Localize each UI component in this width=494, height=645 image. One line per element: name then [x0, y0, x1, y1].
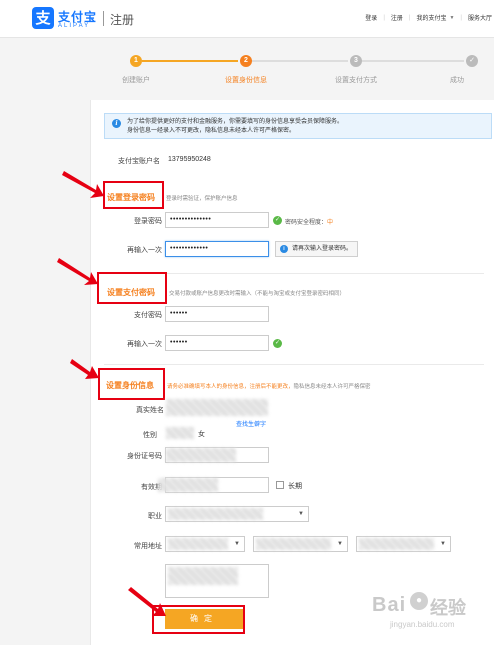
- rare-char-link[interactable]: 查找生僻字: [236, 419, 266, 428]
- step-2-label: 设置身份信息: [225, 77, 267, 84]
- page-title: 注册: [110, 13, 135, 27]
- account-label: 支付宝账户名: [118, 158, 160, 165]
- chevron-down-icon[interactable]: ▼: [449, 15, 454, 21]
- gender-female-option[interactable]: 女: [198, 429, 205, 439]
- login-password-input[interactable]: ••••••••••••••: [165, 212, 269, 228]
- id-expiry-label: 有效期: [141, 484, 162, 491]
- nav-separator: |: [460, 14, 462, 21]
- step-connector: [252, 60, 348, 62]
- blurred-gender-option[interactable]: [166, 427, 194, 439]
- blurred-real-name-input[interactable]: [166, 399, 268, 416]
- nav-login-link[interactable]: 登录: [365, 13, 377, 22]
- top-nav: 登录 | 注册 | 我的支付宝 ▼ | 服务大厅: [365, 13, 492, 23]
- pay-password-input[interactable]: ••••••: [165, 306, 269, 322]
- watermark-text-a: Bai: [372, 594, 407, 616]
- gender-label: 性别: [143, 432, 157, 439]
- paw-icon: ●: [410, 592, 428, 610]
- chevron-down-icon: ▼: [298, 511, 304, 517]
- chevron-down-icon: ▼: [440, 541, 446, 547]
- blurred-district: [359, 538, 434, 550]
- notice-line-2: 身份信息一经录入不可更改，隐私信息未经本人许可严格保密。: [127, 128, 296, 134]
- login-password-tip: i 请再次输入登录密码。: [275, 241, 359, 257]
- info-notice: i 为了给你提供更好的支付和金融服务，你需要填写的身份信息享受会员保障服务。 身…: [104, 113, 492, 139]
- blurred-id-number: [166, 448, 236, 462]
- identity-desc-b: 注册后不能更改，: [249, 384, 294, 390]
- long-term-checkbox[interactable]: [276, 481, 284, 489]
- info-icon: i: [280, 245, 288, 253]
- pay-password-confirm-label: 再输入一次: [127, 341, 162, 348]
- submit-button[interactable]: 确定: [165, 609, 243, 629]
- step-connector: [142, 60, 238, 62]
- blurred-occupation: [168, 508, 263, 520]
- section-title-login-password: 设置登录密码: [107, 193, 155, 202]
- occupation-label: 职业: [148, 513, 162, 520]
- watermark-url: jingyan.baidu.com: [390, 620, 455, 629]
- step-1-dot: 1: [130, 55, 142, 67]
- strength-label: 密码安全程度：: [285, 220, 328, 226]
- nav-separator: |: [383, 14, 385, 21]
- step-2-dot: 2: [240, 55, 252, 67]
- login-password-label: 登录密码: [134, 218, 162, 225]
- chevron-down-icon: ▼: [337, 541, 343, 547]
- nav-my-alipay-link[interactable]: 我的支付宝: [416, 13, 446, 22]
- header-divider: [103, 11, 104, 26]
- blurred-city: [256, 538, 331, 550]
- section-title-identity: 设置身份信息: [106, 381, 154, 390]
- step-3-dot: 3: [350, 55, 362, 67]
- top-header: 支 支付宝 ALIPAY 注册 登录 | 注册 | 我的支付宝 ▼ | 服务大厅: [0, 0, 494, 38]
- step-1-label: 创建账户: [122, 77, 150, 84]
- section-desc-login-password: 登录时需验证，保护账户信息: [166, 196, 238, 202]
- long-term-label: 长期: [288, 483, 302, 490]
- check-icon: ✓: [466, 55, 478, 67]
- watermark-text-b: 经验: [430, 598, 466, 618]
- step-4-label: 成功: [450, 77, 464, 84]
- address-label: 常用地址: [134, 543, 162, 550]
- login-password-confirm-input[interactable]: •••••••••••••: [165, 241, 269, 257]
- strength-value: 中: [327, 220, 334, 226]
- chevron-down-icon: ▼: [234, 541, 240, 547]
- account-value: 13795950248: [168, 156, 211, 163]
- brand-name-en: ALIPAY: [58, 23, 91, 29]
- identity-desc-c: 隐私信息未经本人许可严格保密: [293, 384, 371, 390]
- check-circle-icon: ✓: [273, 339, 282, 348]
- section-title-pay-password: 设置支付密码: [107, 288, 155, 297]
- blurred-province: [168, 538, 228, 550]
- login-password-confirm-label: 再输入一次: [127, 247, 162, 254]
- step-3-label: 设置支付方式: [335, 77, 377, 84]
- password-strength: 密码安全程度：中: [285, 217, 333, 226]
- info-icon: i: [112, 119, 121, 128]
- progress-steps: 1 创建账户 2 设置身份信息 3 设置支付方式 ✓ 成功: [0, 38, 494, 98]
- id-number-label: 身份证号码: [127, 453, 162, 460]
- watermark: Bai ● 经验 jingyan.baidu.com: [372, 588, 490, 640]
- section-divider: [104, 364, 484, 365]
- section-desc-identity: 请务必准确填写本人的身份信息，注册后不能更改，隐私信息未经本人许可严格保密: [167, 382, 371, 390]
- blurred-id-expiry: [158, 478, 218, 492]
- real-name-label: 真实姓名: [136, 407, 164, 414]
- blurred-street-address: [168, 567, 238, 585]
- pay-password-confirm-input[interactable]: ••••••: [165, 335, 269, 351]
- nav-register-link[interactable]: 注册: [391, 13, 403, 22]
- tip-text: 请再次输入登录密码。: [292, 246, 353, 252]
- notice-line-1: 为了给你提供更好的支付和金融服务，你需要填写的身份信息享受会员保障服务。: [127, 119, 344, 125]
- nav-service-hall-link[interactable]: 服务大厅: [468, 13, 492, 22]
- check-circle-icon: ✓: [273, 216, 282, 225]
- section-desc-pay-password: 交易付款或账户信息更改时需输入（不能与淘宝或支付宝登录密码相同）: [169, 291, 346, 297]
- nav-separator: |: [408, 14, 411, 21]
- pay-password-label: 支付密码: [134, 312, 162, 319]
- identity-desc-a: 请务必准确填写本人的身份信息，: [167, 384, 250, 390]
- alipay-logo-icon[interactable]: 支: [32, 7, 54, 29]
- step-connector: [362, 60, 464, 62]
